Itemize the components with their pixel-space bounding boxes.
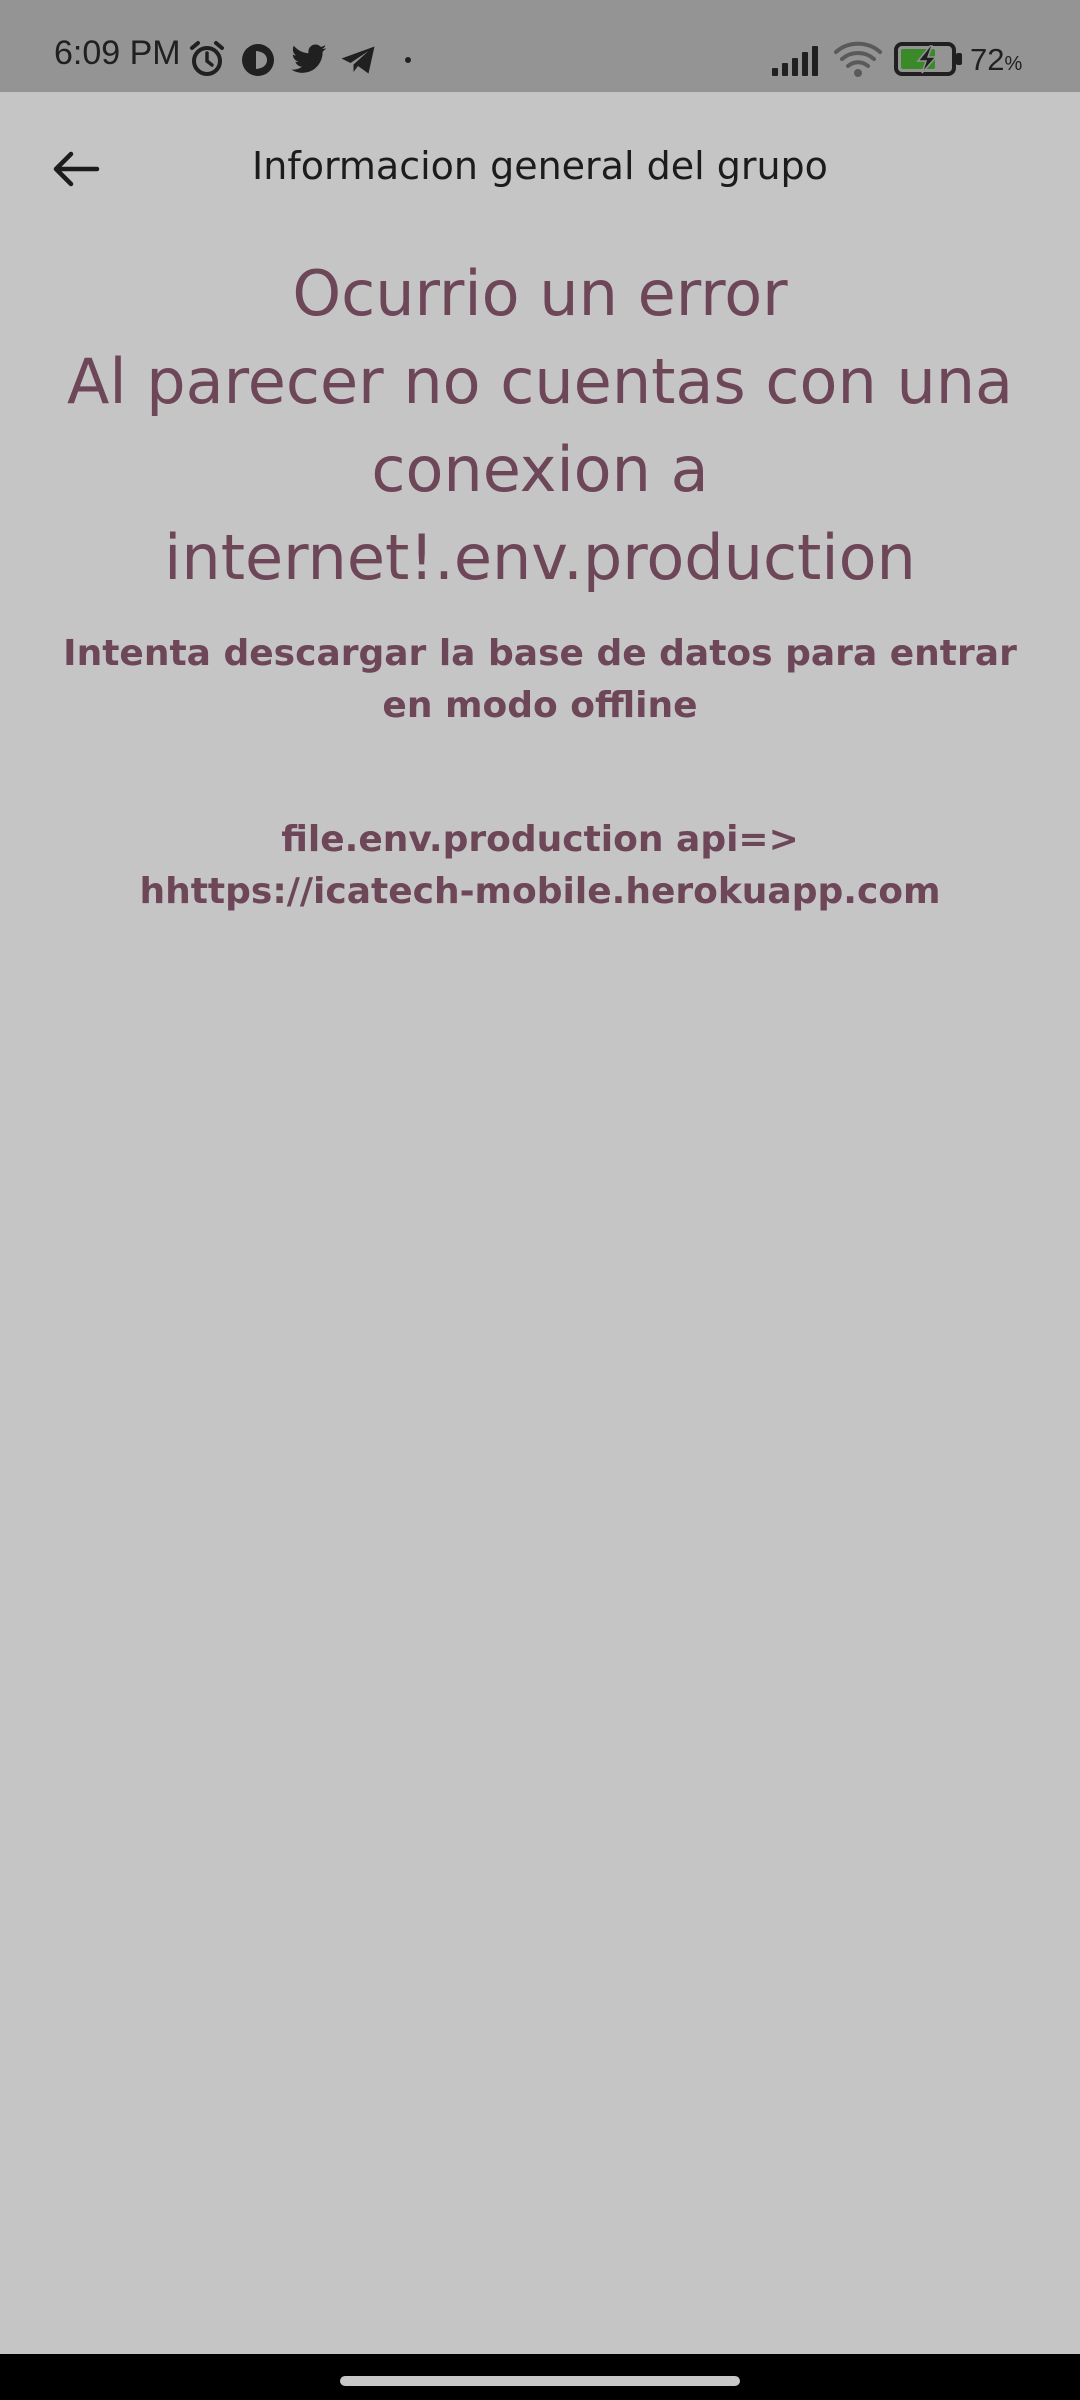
- error-title: Ocurrio un error Al parecer no cuentas c…: [66, 257, 1014, 594]
- battery-percent: 72%: [970, 42, 1023, 77]
- home-indicator[interactable]: [340, 2376, 740, 2386]
- arrow-left-icon: [53, 151, 100, 187]
- back-button[interactable]: [36, 134, 116, 204]
- status-time: 6:09 PM: [54, 34, 181, 72]
- status-bar: 6:09 PM 72%: [0, 0, 1080, 92]
- app-notification-icon: [242, 44, 274, 76]
- offline-hint: Intenta descargar la base de datos para …: [63, 633, 1017, 726]
- signal-icon: [772, 46, 818, 76]
- telegram-icon: [341, 46, 375, 74]
- app-bar: Informacion general del grupo: [0, 92, 1080, 242]
- env-api-info: file.env.production api=> hhttps://icate…: [139, 819, 941, 912]
- twitter-icon: [291, 44, 327, 73]
- dot-icon: [405, 57, 411, 63]
- page-title: Informacion general del grupo: [252, 144, 828, 188]
- error-message: Ocurrio un error Al parecer no cuentas c…: [40, 250, 1040, 918]
- navigation-bar: [0, 2354, 1080, 2400]
- battery-charging-icon: [894, 42, 962, 76]
- alarm-icon: [190, 41, 224, 76]
- wifi-icon: [834, 41, 882, 77]
